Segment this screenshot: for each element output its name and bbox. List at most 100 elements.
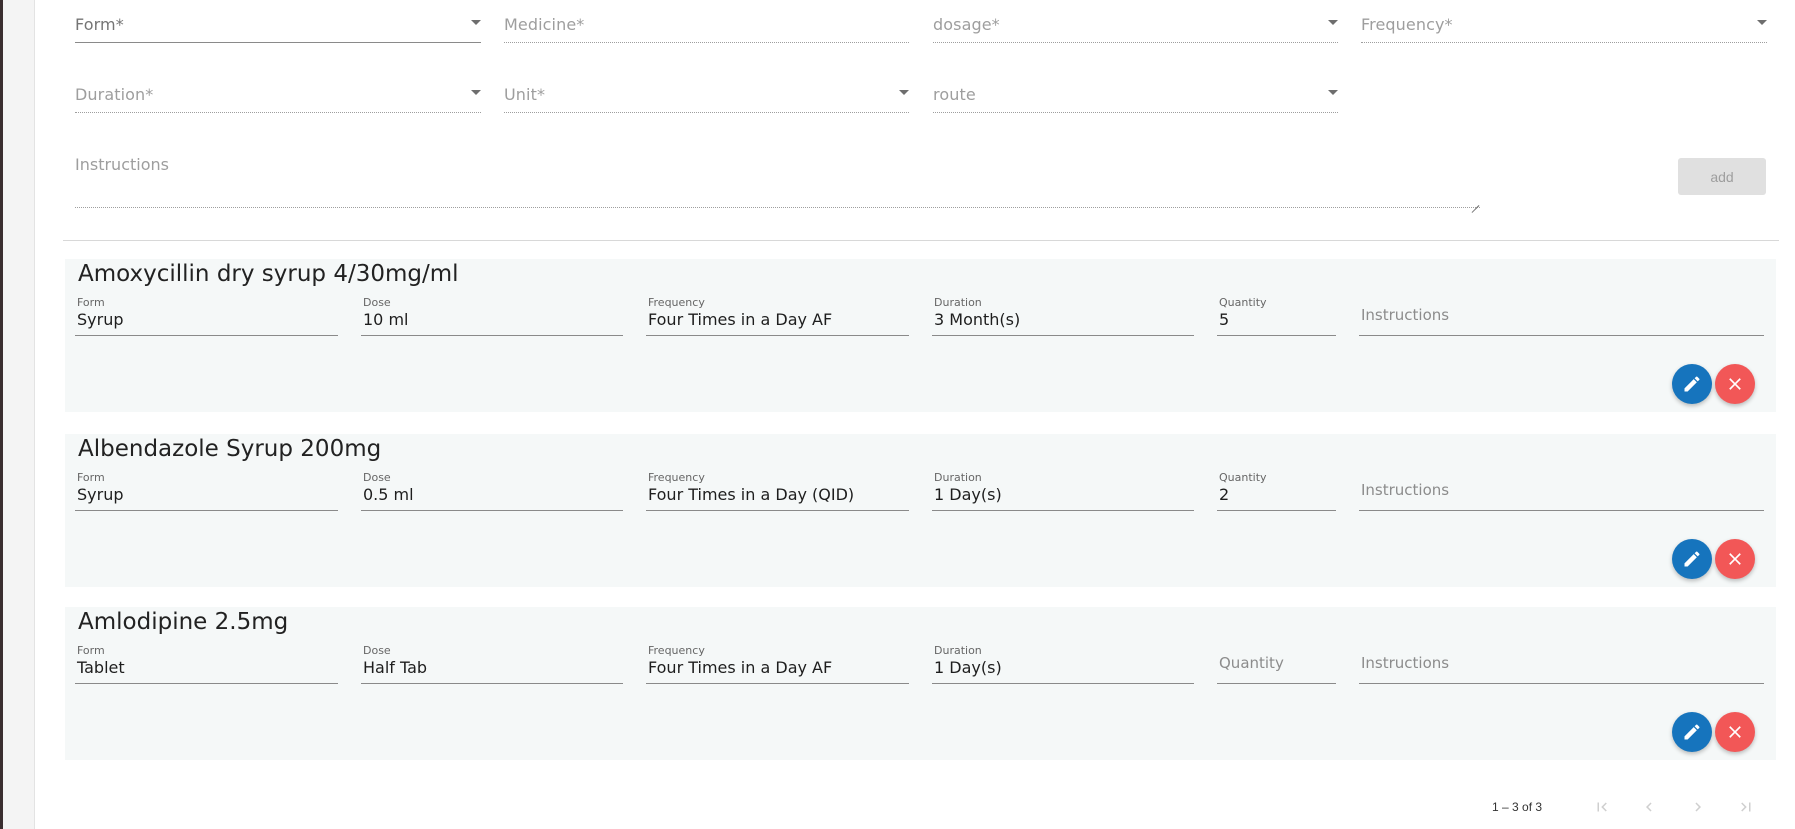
delete-button[interactable]	[1715, 364, 1755, 404]
form-field-label: Form	[77, 644, 105, 657]
duration-field-label: Duration	[934, 296, 982, 309]
frequency-field-underline	[646, 335, 909, 336]
duration-select-underline	[75, 112, 481, 113]
instructions-textarea-underline	[75, 207, 1480, 208]
first-page-icon	[1597, 802, 1607, 812]
instructions-field-underline	[1359, 683, 1764, 684]
dropdown-caret-icon	[471, 20, 481, 25]
dropdown-caret-icon	[471, 90, 481, 95]
frequency-field[interactable]: Frequency Four Times in a Day AF	[646, 644, 909, 684]
edit-button[interactable]	[1672, 712, 1712, 752]
last-page-button[interactable]	[1735, 797, 1757, 817]
frequency-field[interactable]: Frequency Four Times in a Day (QID)	[646, 471, 909, 511]
unit-select-underline	[504, 112, 909, 113]
instructions-field-underline	[1359, 510, 1764, 511]
add-button[interactable]: add	[1678, 158, 1766, 195]
form-field-value: Syrup	[77, 310, 124, 329]
form-field-underline	[75, 335, 338, 336]
frequency-field-label: Frequency	[648, 644, 705, 657]
form-select[interactable]: Form*	[75, 0, 481, 43]
frequency-field-value: Four Times in a Day (QID)	[648, 485, 855, 504]
duration-field[interactable]: Duration 3 Month(s)	[932, 296, 1194, 336]
quantity-field-label: Quantity	[1219, 471, 1267, 484]
instructions-textarea[interactable]: Instructions	[75, 150, 1480, 208]
duration-select-label: Duration*	[75, 85, 154, 104]
dose-field-underline	[361, 510, 623, 511]
quantity-field-value: 5	[1219, 310, 1230, 329]
dosage-select-underline	[933, 42, 1338, 43]
delete-button[interactable]	[1715, 712, 1755, 752]
medicine-name: Albendazole Syrup 200mg	[78, 436, 382, 462]
instructions-field[interactable]: Instructions	[1359, 471, 1764, 511]
dose-field-label: Dose	[363, 471, 391, 484]
frequency-field[interactable]: Frequency Four Times in a Day AF	[646, 296, 909, 336]
instructions-field-placeholder: Instructions	[1361, 654, 1450, 672]
resize-grip-icon[interactable]	[1471, 198, 1479, 206]
form-field[interactable]: Form Syrup	[75, 471, 338, 511]
duration-field-value: 1 Day(s)	[934, 658, 1002, 677]
duration-field-value: 3 Month(s)	[934, 310, 1021, 329]
quantity-field[interactable]: Quantity 5	[1217, 296, 1336, 336]
next-page-button[interactable]	[1687, 797, 1709, 817]
form-field-value: Syrup	[77, 485, 124, 504]
frequency-field-value: Four Times in a Day AF	[648, 310, 833, 329]
duration-select[interactable]: Duration*	[75, 70, 481, 113]
dropdown-caret-icon	[1328, 90, 1338, 95]
form-field-value: Tablet	[77, 658, 125, 677]
dose-field-label: Dose	[363, 296, 391, 309]
medicine-input-underline	[504, 42, 909, 43]
frequency-select-underline	[1361, 42, 1767, 43]
form-field-underline	[75, 510, 338, 511]
prescription-card: Amlodipine 2.5mg Form Tablet Dose Half T…	[65, 607, 1776, 760]
quantity-field-underline	[1217, 510, 1336, 511]
duration-field-underline	[932, 683, 1194, 684]
paginator-range-label: 1 – 3 of 3	[1492, 800, 1543, 814]
edit-button[interactable]	[1672, 364, 1712, 404]
left-rail	[0, 0, 35, 829]
instructions-field-underline	[1359, 335, 1764, 336]
dose-field[interactable]: Dose 0.5 ml	[361, 471, 623, 511]
unit-select[interactable]: Unit*	[504, 70, 909, 113]
unit-select-label: Unit*	[504, 85, 546, 104]
instructions-field[interactable]: Instructions	[1359, 296, 1764, 336]
quantity-field[interactable]: Quantity	[1217, 644, 1336, 684]
duration-field-label: Duration	[934, 644, 982, 657]
instructions-field-placeholder: Instructions	[1361, 306, 1450, 324]
close-icon	[1729, 378, 1741, 390]
medicine-name: Amoxycillin dry syrup 4/30mg/ml	[78, 261, 459, 287]
route-select[interactable]: route	[933, 70, 1338, 113]
dose-field-value: 10 ml	[363, 310, 409, 329]
dropdown-caret-icon	[1757, 20, 1767, 25]
instructions-textarea-label: Instructions	[75, 155, 169, 174]
form-field[interactable]: Form Tablet	[75, 644, 338, 684]
dosage-select[interactable]: dosage*	[933, 0, 1338, 43]
form-field-underline	[75, 683, 338, 684]
chevron-right-icon	[1695, 802, 1701, 812]
first-page-button[interactable]	[1591, 797, 1613, 817]
duration-field[interactable]: Duration 1 Day(s)	[932, 471, 1194, 511]
dose-field-value: 0.5 ml	[363, 485, 414, 504]
pencil-icon	[1684, 724, 1700, 740]
quantity-field[interactable]: Quantity 2	[1217, 471, 1336, 511]
dose-field-value: Half Tab	[363, 658, 428, 677]
duration-field[interactable]: Duration 1 Day(s)	[932, 644, 1194, 684]
frequency-field-label: Frequency	[648, 296, 705, 309]
dose-field[interactable]: Dose 10 ml	[361, 296, 623, 336]
prescription-card: Amoxycillin dry syrup 4/30mg/ml Form Syr…	[65, 259, 1776, 412]
edit-button[interactable]	[1672, 539, 1712, 579]
duration-field-underline	[932, 335, 1194, 336]
delete-button[interactable]	[1715, 539, 1755, 579]
dose-field[interactable]: Dose Half Tab	[361, 644, 623, 684]
dose-field-underline	[361, 683, 623, 684]
close-icon	[1729, 553, 1741, 565]
medicine-input[interactable]: Medicine*	[504, 0, 909, 43]
form-field[interactable]: Form Syrup	[75, 296, 338, 336]
form-field-label: Form	[77, 471, 105, 484]
section-divider	[63, 240, 1779, 241]
previous-page-button[interactable]	[1638, 797, 1660, 817]
frequency-select[interactable]: Frequency*	[1361, 0, 1767, 43]
form-select-underline	[75, 42, 481, 43]
quantity-field-underline	[1217, 683, 1336, 684]
instructions-field[interactable]: Instructions	[1359, 644, 1764, 684]
dose-field-underline	[361, 335, 623, 336]
